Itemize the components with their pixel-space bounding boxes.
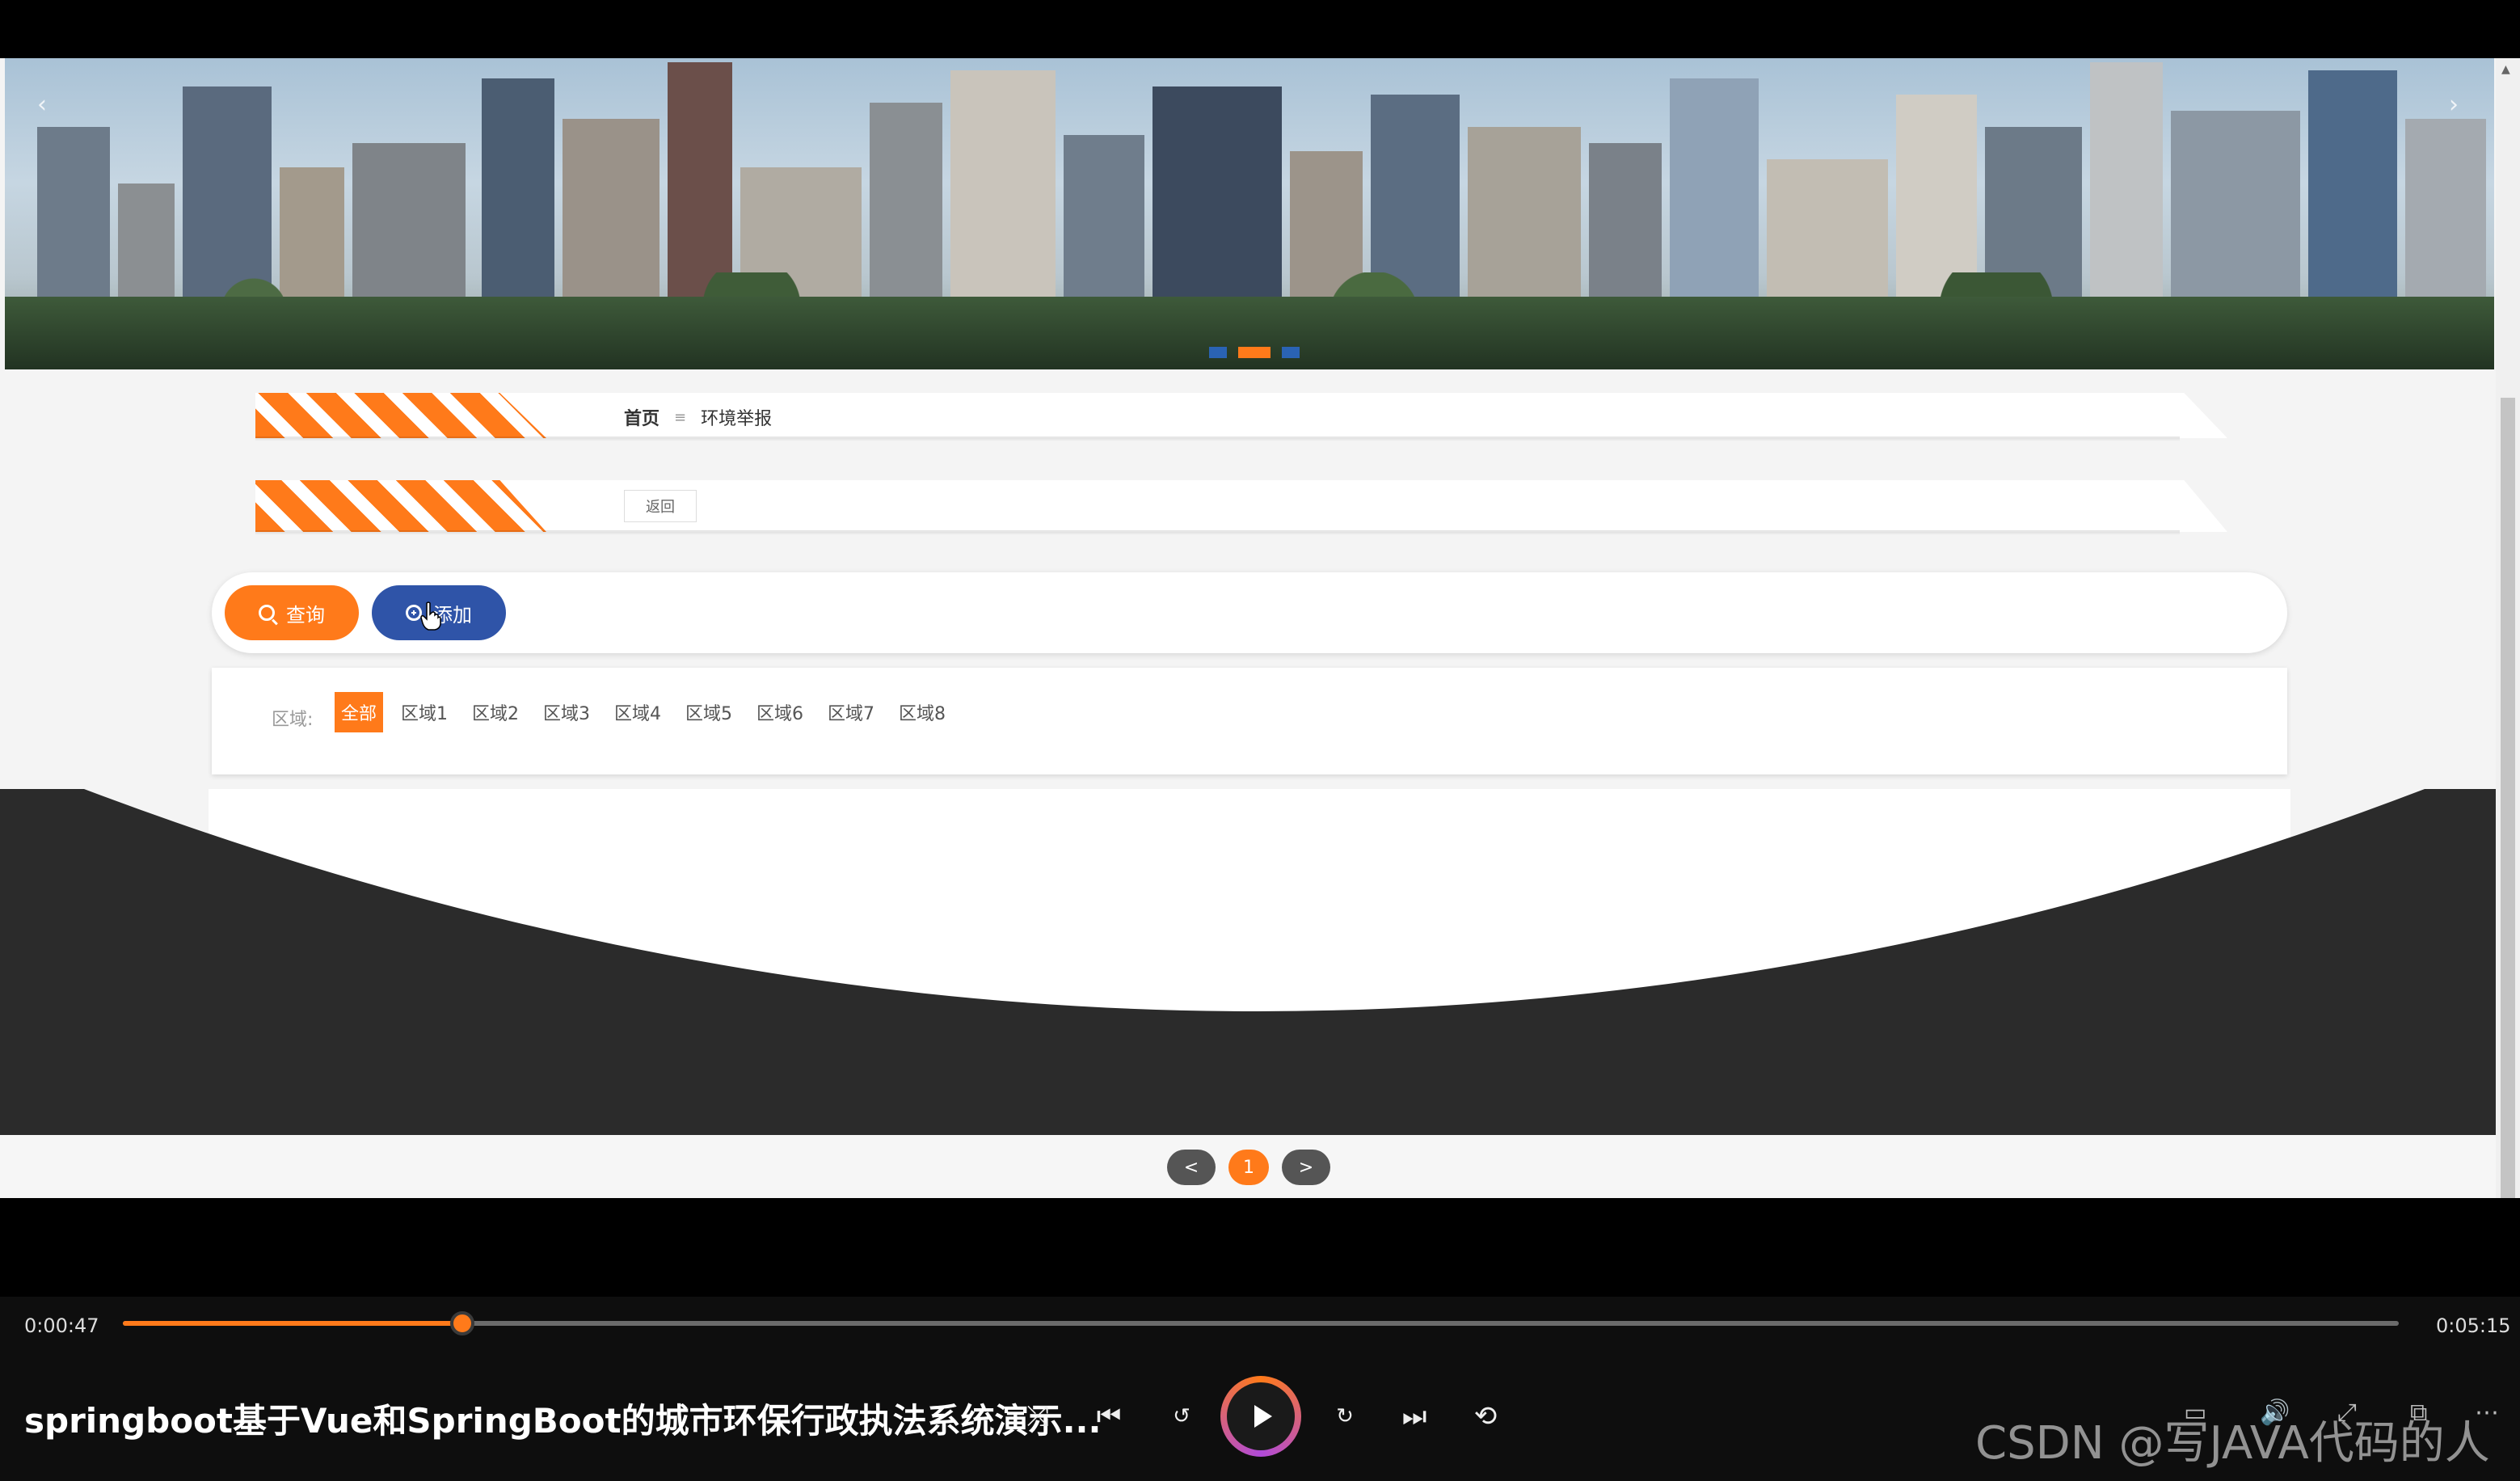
- current-time: 0:00:47: [24, 1314, 99, 1337]
- search-button[interactable]: 查询: [225, 585, 359, 640]
- breadcrumb: 首页 ≡ 环境举报: [624, 404, 772, 430]
- scroll-up-arrow-icon[interactable]: ▲: [2501, 63, 2510, 76]
- page-scrollbar[interactable]: ▲: [2496, 58, 2520, 1198]
- filter-option-region-8[interactable]: 区域8: [892, 692, 952, 732]
- add-circle-icon: [406, 605, 422, 621]
- play-button[interactable]: [1220, 1376, 1301, 1457]
- filter-option-region-7[interactable]: 区域7: [821, 692, 881, 732]
- play-icon: [1227, 1382, 1295, 1450]
- banner-indicators: [1209, 347, 1300, 358]
- banner-prev-arrow-icon[interactable]: ‹: [37, 91, 47, 119]
- banner-carousel[interactable]: ‹ ›: [5, 58, 2494, 369]
- video-player-controls: 0:00:47 0:05:15 springboot基于Vue和SpringBo…: [0, 1297, 2520, 1481]
- filter-label: 区域:: [272, 710, 314, 730]
- banner-next-arrow-icon[interactable]: ›: [2449, 91, 2459, 119]
- banner-dot[interactable]: [1209, 347, 1227, 358]
- pagination-next-button[interactable]: >: [1282, 1150, 1330, 1185]
- filter-options: 全部 区域1 区域2 区域3 区域4 区域5 区域6 区域7 区域8: [335, 692, 952, 732]
- filter-option-region-2[interactable]: 区域2: [466, 692, 525, 732]
- video-title: springboot基于Vue和SpringBoot的城市环保行政执法系统演示.…: [24, 1401, 1102, 1441]
- webpage-frame: ‹ › 首页 ≡ 环境举报 返回 查询 添加 区域: 全部 区域1 区域2 区域…: [0, 58, 2520, 1198]
- total-time: 0:05:15: [2436, 1314, 2511, 1337]
- breadcrumb-bar: 首页 ≡ 环境举报: [255, 393, 2227, 441]
- banner-dot-active[interactable]: [1238, 347, 1271, 358]
- next-icon[interactable]: ⏭: [1397, 1399, 1432, 1434]
- scroll-thumb[interactable]: [2501, 398, 2515, 1198]
- breadcrumb-separator-icon: ≡: [674, 408, 687, 426]
- previous-icon[interactable]: ⏮: [1091, 1399, 1127, 1434]
- search-button-label: 查询: [286, 603, 325, 627]
- filter-option-region-5[interactable]: 区域5: [679, 692, 739, 732]
- hand-cursor-icon: [420, 601, 441, 631]
- rewind-10-icon[interactable]: ↺: [1164, 1399, 1199, 1434]
- search-icon: [259, 605, 275, 621]
- filter-option-region-3[interactable]: 区域3: [537, 692, 596, 732]
- watermark: CSDN @写JAVA代码的人: [1975, 1417, 2490, 1470]
- filter-option-region-4[interactable]: 区域4: [608, 692, 668, 732]
- pagination-page-button[interactable]: 1: [1228, 1150, 1269, 1185]
- filter-option-all[interactable]: 全部: [335, 692, 384, 732]
- action-toolbar: 查询 添加: [212, 572, 2287, 653]
- breadcrumb-home[interactable]: 首页: [624, 404, 659, 430]
- repeat-off-icon[interactable]: ⟲: [1468, 1399, 1503, 1434]
- banner-dot[interactable]: [1282, 347, 1300, 358]
- pagination: < 1 >: [0, 1135, 2520, 1198]
- filter-option-region-6[interactable]: 区域6: [750, 692, 810, 732]
- shuffle-icon[interactable]: ⤮: [1020, 1399, 1056, 1434]
- seek-bar-progress: [123, 1321, 462, 1326]
- region-filter: 区域: 全部 区域1 区域2 区域3 区域4 区域5 区域6 区域7 区域8: [212, 668, 2287, 774]
- pagination-prev-button[interactable]: <: [1167, 1150, 1216, 1185]
- back-bar: 返回: [255, 480, 2227, 535]
- back-button[interactable]: 返回: [624, 490, 697, 522]
- filter-option-region-1[interactable]: 区域1: [394, 692, 454, 732]
- forward-30-icon[interactable]: ↻: [1327, 1399, 1363, 1434]
- breadcrumb-current: 环境举报: [701, 409, 773, 429]
- seek-handle[interactable]: [449, 1311, 474, 1335]
